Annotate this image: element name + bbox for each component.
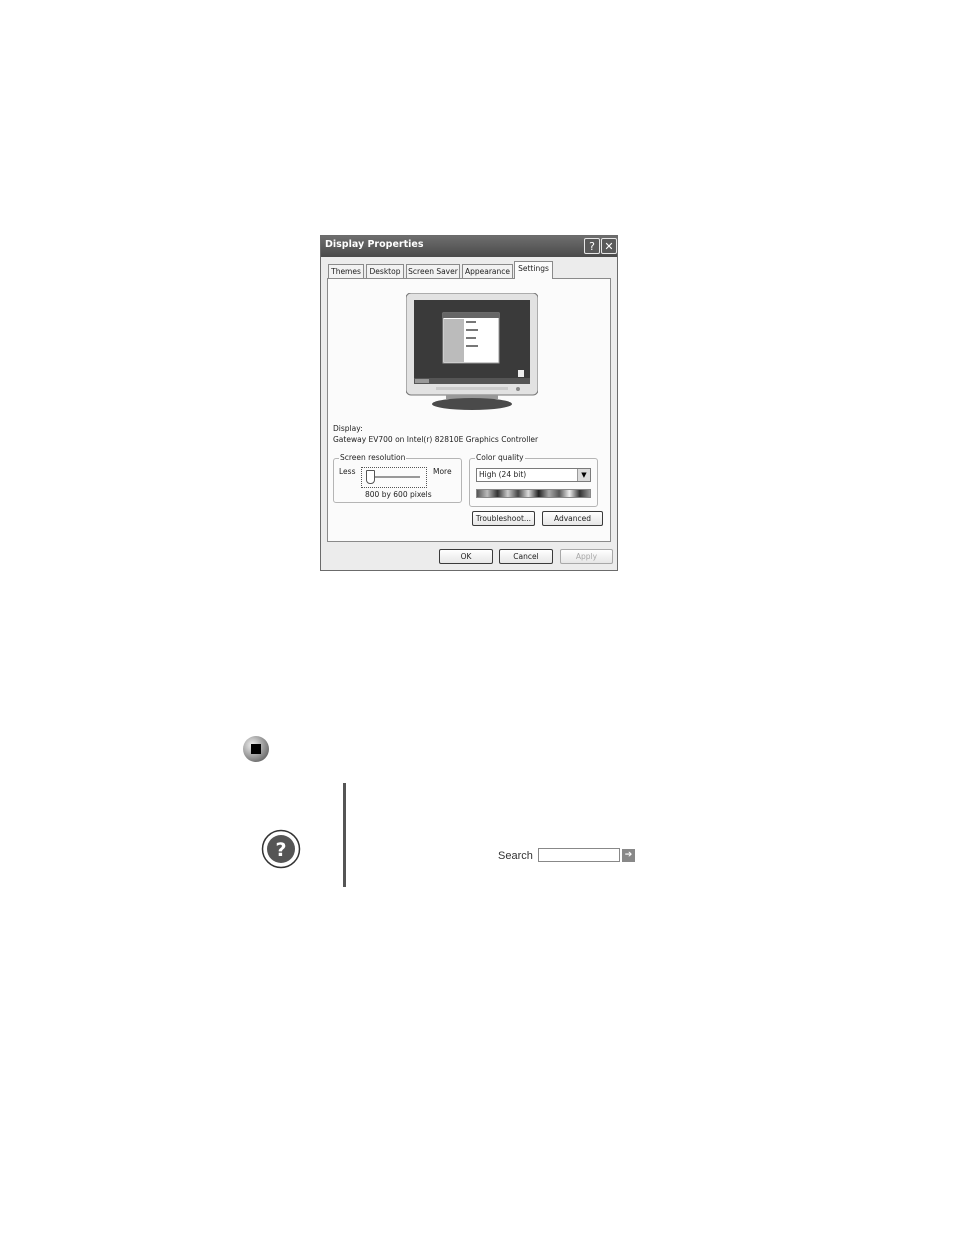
- advanced-button[interactable]: Advanced: [542, 511, 603, 526]
- arrow-right-icon[interactable]: ➔: [622, 849, 635, 862]
- svg-text:?: ?: [275, 839, 286, 861]
- search-input[interactable]: [538, 848, 620, 862]
- title-bar[interactable]: Display Properties ? ✕: [321, 236, 617, 257]
- close-button[interactable]: ✕: [601, 238, 617, 254]
- screen-resolution-group: Screen resolution Less More 800 by 600 p…: [333, 453, 462, 503]
- cancel-button[interactable]: Cancel: [499, 549, 553, 564]
- tab-appearance[interactable]: Appearance: [462, 264, 513, 279]
- display-label: Display:: [333, 424, 363, 433]
- tab-settings[interactable]: Settings: [514, 261, 553, 279]
- apply-button[interactable]: Apply: [560, 549, 613, 564]
- color-quality-legend: Color quality: [475, 453, 525, 462]
- color-preview-strip: [476, 489, 591, 498]
- stop-icon: [243, 736, 269, 762]
- color-quality-select[interactable]: High (24 bit) ▼: [476, 468, 591, 482]
- search-label: Search: [498, 850, 533, 862]
- tab-screen-saver[interactable]: Screen Saver: [406, 264, 460, 279]
- tab-themes[interactable]: Themes: [328, 264, 364, 279]
- help-question-icon: ?: [261, 829, 301, 869]
- tab-desktop[interactable]: Desktop: [366, 264, 404, 279]
- ok-button[interactable]: OK: [439, 549, 493, 564]
- sidebar-divider: [343, 783, 346, 887]
- resolution-more-label: More: [433, 467, 452, 476]
- help-button[interactable]: ?: [584, 238, 600, 254]
- settings-panel: Display: Gateway EV700 on Intel(r) 82810…: [327, 278, 611, 542]
- chevron-down-icon[interactable]: ▼: [577, 469, 590, 481]
- screen-resolution-legend: Screen resolution: [339, 453, 407, 462]
- display-value: Gateway EV700 on Intel(r) 82810E Graphic…: [333, 435, 539, 444]
- resolution-value: 800 by 600 pixels: [365, 490, 432, 499]
- resolution-less-label: Less: [339, 467, 356, 476]
- color-quality-group: Color quality High (24 bit) ▼: [469, 453, 598, 507]
- monitor-preview-icon: [406, 293, 538, 410]
- color-quality-value: High (24 bit): [479, 470, 527, 479]
- slider-thumb[interactable]: [366, 470, 375, 484]
- troubleshoot-button[interactable]: Troubleshoot...: [472, 511, 535, 526]
- display-properties-dialog: Display Properties ? ✕ Themes Desktop Sc…: [320, 235, 618, 571]
- resolution-slider[interactable]: [361, 467, 427, 488]
- dialog-title: Display Properties: [325, 239, 424, 250]
